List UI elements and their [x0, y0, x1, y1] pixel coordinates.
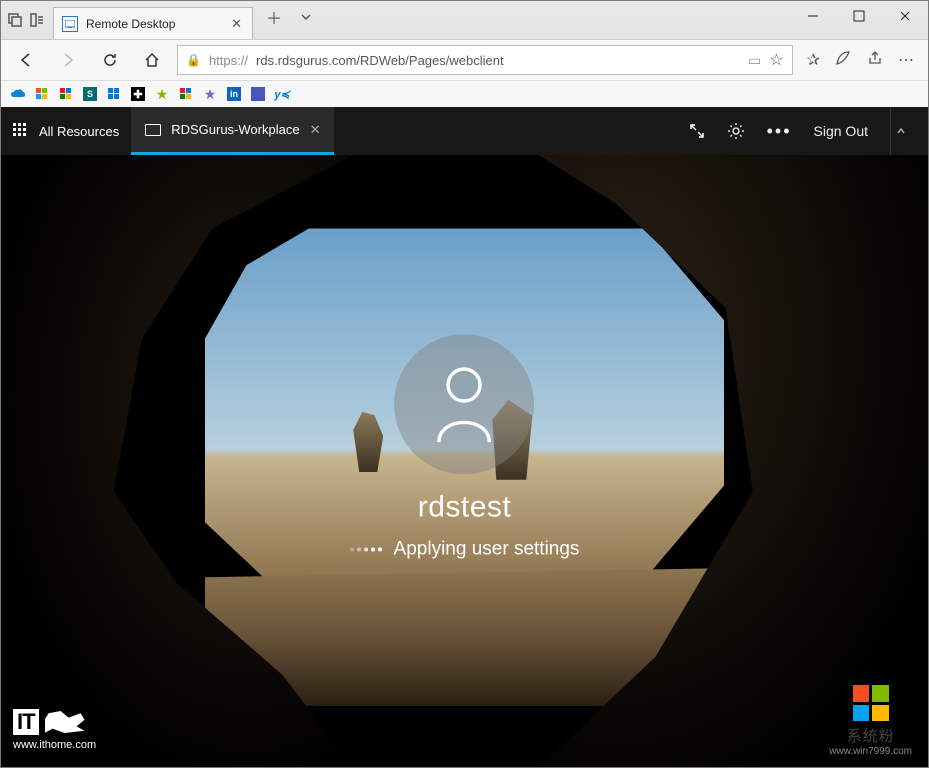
- minimize-button[interactable]: [790, 1, 836, 31]
- ms-logo-icon: [853, 685, 889, 721]
- login-panel: rdstest Applying user settings: [350, 334, 580, 560]
- favorites-icon[interactable]: ✰: [807, 50, 820, 70]
- fav-linkedin-icon[interactable]: in: [227, 87, 241, 101]
- fav-windows2-icon[interactable]: [107, 87, 121, 101]
- workspace-tab[interactable]: RDSGurus-Workplace ✕: [131, 107, 334, 155]
- fav-onedrive-icon[interactable]: [11, 87, 25, 101]
- browser-tab[interactable]: Remote Desktop ✕: [53, 7, 253, 39]
- window-controls: [790, 1, 928, 39]
- tab-overview-icon[interactable]: [7, 12, 23, 28]
- notes-icon[interactable]: [834, 49, 852, 72]
- login-status-row: Applying user settings: [350, 538, 580, 560]
- remote-session-viewport: rdstest Applying user settings: [1, 155, 928, 767]
- titlebar-actions: ＋: [253, 1, 323, 39]
- watermark-left: IT www.ithome.com: [13, 709, 96, 751]
- watermark-left-logo: IT: [13, 709, 39, 735]
- fav-teams-icon[interactable]: [251, 87, 265, 101]
- settings-gear-icon[interactable]: [727, 122, 745, 140]
- fav-plus-icon[interactable]: ✚: [131, 87, 145, 101]
- fav-windows-icon[interactable]: [35, 87, 49, 101]
- close-button[interactable]: [882, 1, 928, 31]
- favorite-star-icon[interactable]: ☆: [769, 50, 783, 70]
- titlebar: Remote Desktop ✕ ＋: [1, 1, 928, 39]
- address-bar[interactable]: 🔒 https:// rds.rdsgurus.com/RDWeb/Pages/w…: [177, 45, 793, 75]
- fullscreen-icon[interactable]: [689, 123, 705, 139]
- share-icon[interactable]: [866, 49, 884, 72]
- forward-button[interactable]: [51, 43, 85, 77]
- watermark-left-brush-icon: [45, 711, 85, 733]
- fav-office-icon[interactable]: [59, 87, 73, 101]
- fav-star-green-icon[interactable]: ★: [155, 87, 169, 101]
- fav-yammer-icon[interactable]: y≼: [275, 87, 289, 101]
- tab-close-icon[interactable]: ✕: [231, 16, 242, 32]
- tab-title: Remote Desktop: [86, 17, 223, 31]
- loading-dots-icon: [350, 547, 382, 551]
- more-icon[interactable]: ⋯: [898, 50, 914, 70]
- all-resources-label: All Resources: [39, 124, 119, 139]
- browser-window: Remote Desktop ✕ ＋ 🔒 https:// rds.rdsguru…: [0, 0, 929, 768]
- watermark-right-line1: 系统粉: [829, 725, 912, 746]
- home-button[interactable]: [135, 43, 169, 77]
- lock-icon: 🔒: [186, 53, 201, 67]
- apps-grid-icon: [13, 123, 29, 139]
- watermark-right: 系统粉 www.win7999.com: [829, 685, 912, 757]
- new-tab-icon[interactable]: ＋: [259, 5, 289, 29]
- watermark-right-line2: www.win7999.com: [829, 746, 912, 757]
- toolbar-icons: ✰ ⋯: [801, 49, 920, 72]
- rdweb-appbar: All Resources RDSGurus-Workplace ✕ ••• S…: [1, 107, 928, 155]
- fav-star-purple-icon[interactable]: ★: [203, 87, 217, 101]
- tab-favicon: [62, 16, 78, 32]
- maximize-button[interactable]: [836, 1, 882, 31]
- fav-sharepoint-icon[interactable]: S: [83, 87, 97, 101]
- tabs-dropdown-icon[interactable]: [291, 5, 321, 29]
- back-button[interactable]: [9, 43, 43, 77]
- user-avatar-icon: [394, 334, 534, 474]
- titlebar-left-icons: [1, 1, 49, 39]
- navbar: 🔒 https:// rds.rdsgurus.com/RDWeb/Pages/w…: [1, 39, 928, 81]
- monitor-icon: [145, 124, 161, 136]
- workspace-tab-close-icon[interactable]: ✕: [310, 122, 321, 138]
- url-text: rds.rdsgurus.com/RDWeb/Pages/webclient: [256, 53, 740, 68]
- login-status-text: Applying user settings: [394, 538, 580, 560]
- all-resources-button[interactable]: All Resources: [1, 107, 131, 155]
- sign-out-link[interactable]: Sign Out: [814, 123, 868, 139]
- more-options-icon[interactable]: •••: [767, 121, 792, 142]
- refresh-button[interactable]: [93, 43, 127, 77]
- set-aside-tabs-icon[interactable]: [29, 12, 45, 28]
- reading-view-icon[interactable]: ▭: [748, 52, 761, 69]
- workspace-tab-label: RDSGurus-Workplace: [171, 122, 299, 137]
- favorites-bar: S ✚ ★ ★ in y≼: [1, 81, 928, 107]
- url-protocol: https://: [209, 53, 248, 68]
- fav-office2-icon[interactable]: [179, 87, 193, 101]
- login-username: rdstest: [350, 490, 580, 524]
- watermark-left-url: www.ithome.com: [13, 739, 96, 751]
- collapse-chevron-icon[interactable]: [890, 107, 910, 155]
